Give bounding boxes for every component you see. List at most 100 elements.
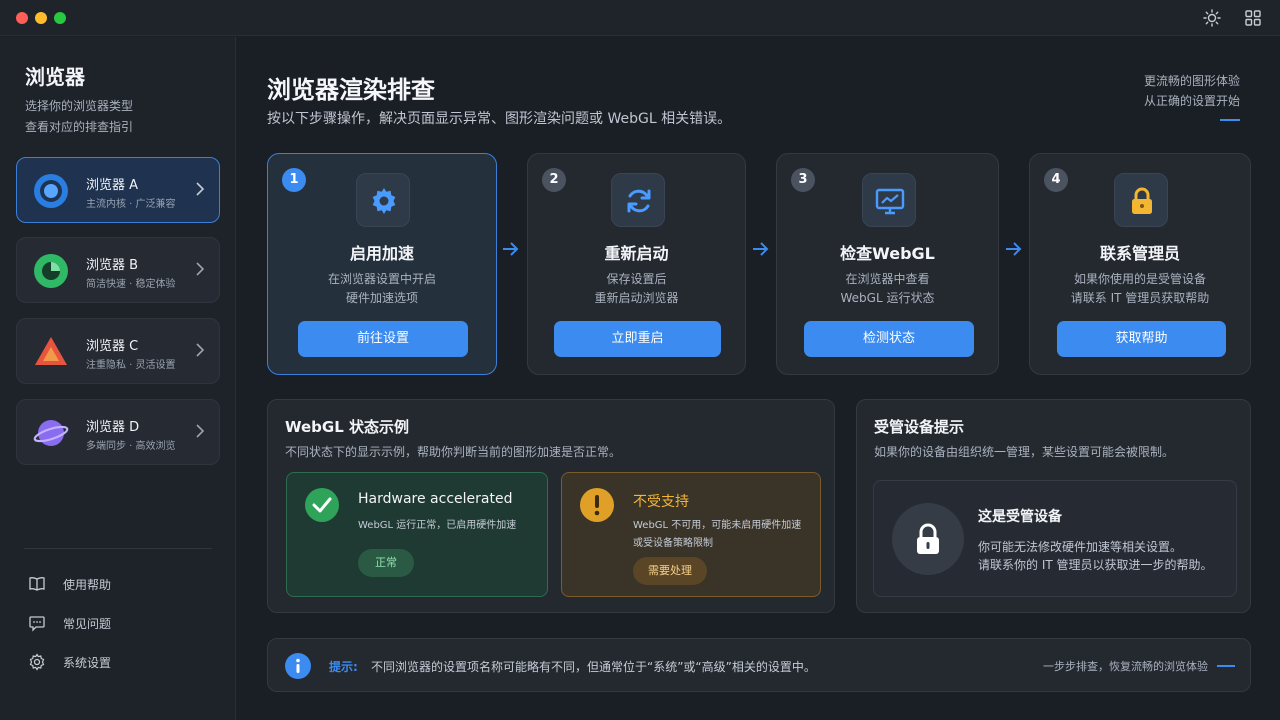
status-warning-desc-line1: WebGL 不可用，可能未启用硬件加速	[633, 520, 802, 531]
sidebar-link-help[interactable]: 使用帮助	[28, 573, 208, 595]
chevron-right-icon	[196, 182, 205, 196]
go-to-settings-button[interactable]: 前往设置	[298, 321, 468, 357]
tagline-accent-bar	[1220, 119, 1240, 121]
step-icon-box	[356, 173, 410, 227]
webgl-panel-title: WebGL 状态示例	[285, 418, 410, 436]
refresh-icon	[627, 189, 651, 213]
tip-accent-bar	[1217, 665, 1235, 667]
browser-b-desc: 简洁快速 · 稳定体验	[86, 279, 176, 290]
step-desc-line1: 如果你使用的是受管设备	[1073, 272, 1206, 286]
managed-device-card: 这是受管设备 你可能无法修改硬件加速等相关设置。 请联系你的 IT 管理员以获取…	[873, 480, 1237, 597]
tip-label: 提示:	[329, 660, 358, 674]
gear-icon	[29, 653, 45, 671]
browser-card-b[interactable]: 浏览器 B 简洁快速 · 稳定体验	[16, 237, 220, 303]
chevron-right-icon	[196, 343, 205, 357]
title-bar	[0, 0, 1280, 36]
lock-icon	[1132, 187, 1152, 214]
webgl-status-panel: WebGL 状态示例 不同状态下的显示示例，帮助你判断当前的图形加速是否正常。 …	[267, 399, 835, 613]
tagline-line1: 更流畅的图形体验	[1143, 74, 1240, 88]
status-warning-desc-line2: 或受设备策略限制	[633, 538, 713, 549]
sidebar-link-faq-label: 常见问题	[63, 617, 112, 631]
check-circle-icon	[305, 488, 339, 522]
status-badge-ok: 正常	[358, 549, 414, 577]
step-title: 启用加速	[349, 244, 414, 263]
chat-icon	[29, 616, 45, 632]
step-number: 4	[1044, 168, 1068, 192]
browser-b-logo-icon	[34, 254, 68, 288]
step-desc-line2: WebGL 运行状态	[840, 291, 935, 305]
restart-now-button[interactable]: 立即重启	[554, 321, 721, 357]
check-status-button[interactable]: 检测状态	[804, 321, 974, 357]
sidebar-subtitle-line1: 选择你的浏览器类型	[25, 99, 134, 113]
step-desc-line1: 在浏览器中查看	[845, 272, 930, 286]
chevron-right-icon	[196, 424, 205, 438]
status-ok-desc: WebGL 运行正常，已启用硬件加速	[358, 520, 517, 531]
browser-card-a[interactable]: 浏览器 A 主流内核 · 广泛兼容	[16, 157, 220, 223]
step-card-2: 2 重新启动 保存设置后 重新启动浏览器 立即重启	[527, 153, 746, 375]
managed-card-desc-line2: 请联系你的 IT 管理员以获取进一步的帮助。	[978, 558, 1213, 572]
browser-b-name: 浏览器 B	[86, 258, 139, 273]
step-title: 检查WebGL	[840, 244, 935, 263]
maximize-window-button[interactable]	[54, 12, 66, 24]
info-icon	[285, 653, 311, 679]
status-warning-title: 不受支持	[633, 494, 689, 510]
status-card-ok: Hardware accelerated WebGL 运行正常，已启用硬件加速 …	[286, 472, 548, 597]
tagline-line2: 从正确的设置开始	[1143, 94, 1240, 108]
get-help-button[interactable]: 获取帮助	[1057, 321, 1226, 357]
managed-panel-title: 受管设备提示	[874, 418, 965, 436]
tip-bar: 提示: 不同浏览器的设置项名称可能略有不同，但通常位于“系统”或“高级”相关的设…	[267, 638, 1251, 692]
sidebar-link-faq[interactable]: 常见问题	[28, 612, 208, 634]
step-icon-box	[1114, 173, 1168, 227]
arrow-right-icon	[503, 242, 519, 256]
managed-card-desc-line1: 你可能无法修改硬件加速等相关设置。	[978, 540, 1183, 554]
step-number: 2	[542, 168, 566, 192]
sidebar-divider	[24, 548, 212, 549]
book-icon	[29, 577, 45, 591]
step-card-3: 3 检查WebGL 在浏览器中查看 WebGL 运行状态 检测状态	[776, 153, 999, 375]
step-desc-line1: 保存设置后	[606, 272, 667, 286]
browser-d-desc: 多端同步 · 高效浏览	[86, 441, 176, 452]
sidebar-link-settings[interactable]: 系统设置	[28, 651, 208, 673]
warning-circle-icon	[580, 488, 614, 522]
browser-card-c[interactable]: 浏览器 C 注重隐私 · 灵活设置	[16, 318, 220, 384]
arrow-right-icon	[1006, 242, 1022, 256]
step-desc-line2: 重新启动浏览器	[594, 291, 679, 305]
lock-circle	[892, 503, 964, 575]
step-number: 1	[282, 168, 306, 192]
webgl-panel-subtitle: 不同状态下的显示示例，帮助你判断当前的图形加速是否正常。	[285, 445, 622, 459]
browser-c-name: 浏览器 C	[86, 339, 139, 354]
browser-d-logo-icon	[33, 420, 69, 446]
step-title: 重新启动	[604, 244, 669, 263]
browser-card-d[interactable]: 浏览器 D 多端同步 · 高效浏览	[16, 399, 220, 465]
sidebar-subtitle-line2: 查看对应的排查指引	[25, 120, 134, 134]
arrow-right-icon	[753, 242, 769, 256]
managed-device-panel: 受管设备提示 如果你的设备由组织统一管理，某些设置可能会被限制。 这是受管设备 …	[856, 399, 1251, 613]
minimize-window-button[interactable]	[35, 12, 47, 24]
step-number: 3	[791, 168, 815, 192]
layout-grid-icon[interactable]	[1244, 9, 1262, 27]
sidebar: 浏览器 选择你的浏览器类型 查看对应的排查指引 浏览器 A 主流内核 · 广泛兼…	[0, 37, 236, 720]
page-subtitle: 按以下步骤操作，解决页面显示异常、图形渲染问题或 WebGL 相关错误。	[267, 111, 732, 127]
lock-icon	[917, 523, 939, 554]
browser-c-desc: 注重隐私 · 灵活设置	[86, 360, 176, 371]
tip-right-text: 一步步排查，恢复流畅的浏览体验	[1043, 660, 1208, 673]
sidebar-link-help-label: 使用帮助	[63, 578, 112, 592]
chevron-right-icon	[196, 262, 205, 276]
status-badge-warning: 需要处理	[633, 557, 707, 585]
status-ok-title: Hardware accelerated	[358, 491, 513, 507]
browser-c-logo-icon	[35, 337, 67, 365]
step-card-4: 4 联系管理员 如果你使用的是受管设备 请联系 IT 管理员获取帮助 获取帮助	[1029, 153, 1251, 375]
managed-card-title: 这是受管设备	[978, 509, 1062, 525]
browser-d-name: 浏览器 D	[86, 420, 140, 435]
step-desc-line2: 硬件加速选项	[345, 291, 418, 305]
tip-text: 不同浏览器的设置项名称可能略有不同，但通常位于“系统”或“高级”相关的设置中。	[371, 660, 816, 674]
step-card-1: 1 启用加速 在浏览器设置中开启 硬件加速选项 前往设置	[267, 153, 497, 375]
step-title: 联系管理员	[1099, 244, 1180, 263]
status-card-warning: 不受支持 WebGL 不可用，可能未启用硬件加速 或受设备策略限制 需要处理	[561, 472, 821, 597]
sidebar-title: 浏览器	[25, 65, 85, 89]
step-desc-line1: 在浏览器设置中开启	[327, 272, 436, 286]
close-window-button[interactable]	[16, 12, 28, 24]
theme-sun-icon[interactable]	[1203, 9, 1221, 27]
page-title: 浏览器渲染排查	[267, 76, 435, 104]
managed-panel-subtitle: 如果你的设备由组织统一管理，某些设置可能会被限制。	[874, 445, 1175, 459]
